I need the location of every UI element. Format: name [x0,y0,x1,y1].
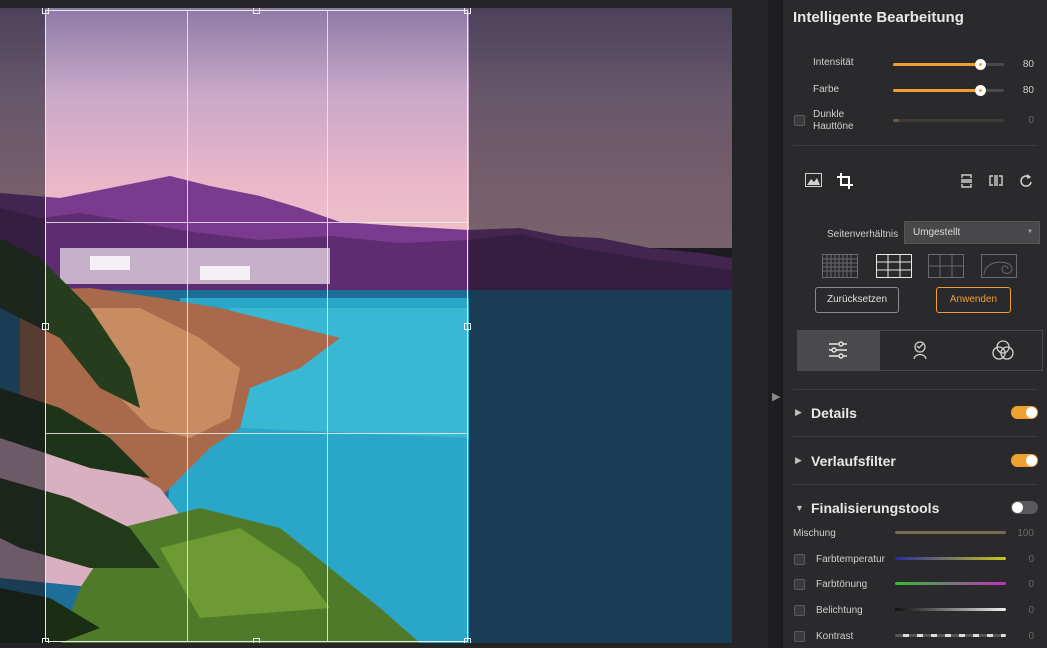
crop-handle-bottom-left[interactable] [42,638,49,643]
aspect-ratio-select[interactable]: Umgestellt ▼ [904,221,1040,244]
crop-grid-line [187,11,188,641]
crop-handle-bottom-right[interactable] [464,638,471,643]
color-slider-fill [893,89,980,92]
flip-horizontal-icon[interactable] [989,174,1003,187]
tab-color[interactable] [962,331,1044,370]
exposure-slider[interactable] [895,608,1006,611]
contrast-value: 0 [1028,631,1034,642]
tab-adjustments[interactable] [798,331,880,370]
edit-panel: Intelligente Bearbeitung Intensität 80 F… [782,0,1047,648]
section-finalize-title[interactable]: Finalisierungstools [811,500,939,516]
panel-title: Intelligente Bearbeitung [793,9,964,26]
rotate-icon[interactable] [1019,173,1033,188]
image-canvas[interactable] [0,0,768,648]
grid-option-golden-spiral[interactable] [981,254,1017,278]
contrast-slider[interactable] [895,634,1006,637]
temperature-slider[interactable] [895,557,1006,560]
crop-icon[interactable] [837,173,853,189]
expand-arrow-icon[interactable]: ▶ [795,455,802,466]
section-details-title[interactable]: Details [811,405,857,421]
divider [793,389,1038,390]
expand-arrow-icon[interactable]: ▶ [795,407,802,418]
sliders-icon [829,341,847,359]
color-circles-icon [992,340,1014,360]
dark-skin-checkbox[interactable] [794,115,805,126]
divider [793,484,1038,485]
mix-value: 100 [1017,528,1034,539]
tint-value: 0 [1028,579,1034,590]
color-value: 80 [1022,85,1034,96]
color-label: Farbe [813,84,840,95]
mix-slider[interactable] [895,531,1006,534]
intensity-slider[interactable] [893,59,1004,70]
contrast-checkbox[interactable] [794,631,805,642]
chevron-down-icon: ▼ [1027,229,1033,235]
color-slider[interactable] [893,85,1004,96]
aspect-ratio-label: Seitenverhältnis [827,229,899,240]
flip-vertical-icon[interactable] [960,174,973,188]
crop-grid-line [46,222,467,223]
grid-option-thirds-dense[interactable] [876,254,912,278]
crop-grid-line [46,433,467,434]
grid-option-fine[interactable] [822,254,858,278]
crop-handle-bottom[interactable] [253,638,260,643]
temperature-checkbox[interactable] [794,554,805,565]
gradient-filter-toggle[interactable] [1011,454,1038,467]
color-slider-knob[interactable] [975,85,986,96]
panel-collapse-arrow-icon[interactable]: ▶ [772,390,780,403]
tab-portrait[interactable] [880,331,962,370]
crop-mask-left [0,8,45,643]
intensity-value: 80 [1022,59,1034,70]
portrait-icon [913,341,927,360]
tint-label: Farbtönung [816,579,868,590]
divider [793,145,1038,146]
finalize-toggle[interactable] [1011,501,1038,514]
tool-tabs [797,330,1043,371]
intensity-slider-knob[interactable] [975,59,986,70]
exposure-value: 0 [1028,605,1034,616]
image-icon[interactable] [805,173,822,187]
tint-checkbox[interactable] [794,579,805,590]
details-toggle[interactable] [1011,406,1038,419]
temperature-value: 0 [1028,554,1034,565]
crop-mask-right [469,8,732,643]
crop-handle-top[interactable] [253,8,260,14]
grid-option-thirds[interactable] [928,254,964,278]
collapse-arrow-icon[interactable]: ▼ [795,503,804,513]
tint-slider[interactable] [895,582,1006,585]
aspect-ratio-value: Umgestellt [913,227,961,238]
dark-skin-slider[interactable] [893,119,1004,122]
exposure-label: Belichtung [816,605,863,616]
reset-button[interactable]: Zurücksetzen [815,287,899,313]
photo [0,8,732,643]
mix-label: Mischung [793,528,836,539]
intensity-slider-fill [893,63,980,66]
crop-frame[interactable] [42,8,471,643]
exposure-checkbox[interactable] [794,605,805,616]
crop-handle-right[interactable] [464,323,471,330]
crop-handle-top-left[interactable] [42,8,49,14]
dark-skin-slider-fill [893,119,899,122]
contrast-label: Kontrast [816,631,854,642]
crop-handle-left[interactable] [42,323,49,330]
dark-skin-value: 0 [1028,115,1034,126]
apply-button[interactable]: Anwenden [936,287,1011,313]
divider [793,436,1038,437]
dark-skin-label: Dunkle Hauttöne [813,109,854,132]
temperature-label: Farbtemperatur [816,554,885,565]
crop-handle-top-right[interactable] [464,8,471,14]
intensity-label: Intensität [813,57,854,68]
section-gradient-filter-title[interactable]: Verlaufsfilter [811,453,896,469]
crop-grid-line [327,11,328,641]
